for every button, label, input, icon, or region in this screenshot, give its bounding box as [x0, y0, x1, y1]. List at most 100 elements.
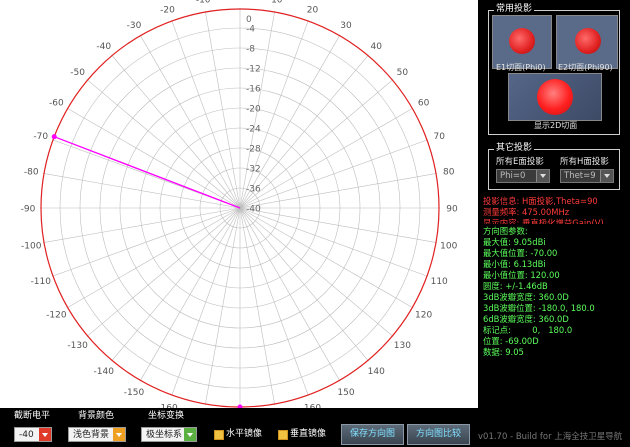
h-plane-projection-label: 所有H面投影	[560, 157, 609, 167]
radial-tick-label: 0	[246, 15, 252, 25]
h-plane-select[interactable]: Thet=9	[560, 169, 614, 183]
angle-tick-label: -20	[160, 5, 175, 15]
radial-tick-label: -16	[246, 85, 261, 95]
angle-tick-label: 130	[394, 341, 411, 351]
radial-tick-label: -28	[246, 145, 261, 155]
info-line: 显示内容: 垂直极化增益Gain(V)	[483, 218, 604, 224]
bottom-toolbar: 截断电平 -40 背景颜色 浅色背景 坐标变换 极坐标系 水平镜像 垂直镜像 保…	[0, 408, 630, 447]
angle-tick-label: 0	[237, 0, 243, 3]
angle-tick-label: 110	[431, 277, 448, 287]
angle-tick-label: 10	[271, 0, 283, 6]
angle-tick-label: 60	[418, 99, 430, 109]
angle-tick-label: 50	[397, 68, 409, 78]
angle-tick-label: -40	[96, 42, 111, 52]
grid-spoke	[111, 54, 241, 209]
info-line: 圆度: +/-1.46dB	[483, 281, 548, 291]
e1-projection-thumb[interactable]	[492, 15, 552, 69]
cursor-line	[53, 136, 241, 209]
info-line: 3dB波瓣位置: -180.0, 180.0	[483, 303, 595, 313]
2d-projection-thumb[interactable]	[508, 73, 602, 121]
info-line: 标记点: 0, 180.0	[483, 325, 573, 335]
e2-projection-label[interactable]: E2切面(Phi90)	[558, 63, 613, 72]
polar-plot[interactable]: 0102030405060708090100110120130140150160…	[0, 0, 478, 408]
angle-tick-label: 80	[443, 168, 455, 178]
angle-tick-label: 150	[337, 388, 354, 398]
info-line: 最小值位置: 120.00	[483, 270, 560, 280]
chevron-down-icon[interactable]	[184, 428, 196, 441]
angle-tick-label: -100	[21, 241, 42, 251]
radial-tick-label: -24	[246, 125, 261, 135]
common-projection-title: 常用投影	[494, 4, 535, 14]
angle-tick-label: -10	[196, 0, 211, 6]
radial-tick-label: -4	[246, 25, 255, 35]
coordinate-transform-value: 极坐标系	[146, 430, 183, 440]
horizontal-mirror-checkbox[interactable]	[214, 430, 224, 440]
coordinate-transform-select[interactable]: 极坐标系	[141, 427, 197, 442]
info-line: 最大值位置: -70.00	[483, 248, 558, 258]
e1-projection-label[interactable]: E1切面(Phi0)	[496, 63, 546, 72]
angle-tick-label: -70	[33, 132, 48, 142]
grid-spoke	[239, 79, 394, 209]
radial-tick-label: -20	[246, 105, 261, 115]
angle-tick-label: 40	[371, 42, 383, 52]
angle-tick-label: 120	[415, 311, 432, 321]
angle-tick-label: -130	[67, 341, 88, 351]
other-projection-title: 其它投影	[494, 143, 535, 153]
e2-projection-thumb[interactable]	[556, 15, 618, 69]
chevron-down-icon[interactable]	[39, 428, 51, 441]
e-plane-projection-label: 所有E面投影	[496, 157, 544, 167]
coordinate-transform-label: 坐标变换	[148, 411, 185, 421]
angle-tick-label: -80	[24, 168, 39, 178]
radial-tick-label: -8	[246, 45, 255, 55]
info-line: 3dB波瓣宽度: 360.0D	[483, 292, 569, 302]
background-color-select[interactable]: 浅色背景	[68, 427, 126, 442]
info-line: 方向图参数:	[483, 226, 528, 236]
vertical-mirror-checkbox[interactable]	[278, 430, 288, 440]
angle-tick-label: -60	[49, 99, 64, 109]
info-line: 位置: -69.00D	[483, 336, 539, 346]
info-line: 6dB波瓣宽度: 360.0D	[483, 314, 569, 324]
grid-spoke	[86, 79, 241, 209]
compare-pattern-button[interactable]: 方向图比较	[407, 424, 470, 445]
info-line: 最大值: 9.05dBi	[483, 237, 546, 247]
angle-tick-label: -50	[70, 68, 85, 78]
angle-tick-label: 30	[340, 21, 352, 31]
polar-plot-area[interactable]: 0102030405060708090100110120130140150160…	[0, 0, 478, 408]
angle-tick-label: -110	[31, 277, 52, 287]
angle-tick-label: 90	[446, 205, 458, 215]
angle-tick-label: -140	[94, 367, 115, 377]
chevron-down-icon[interactable]	[536, 170, 549, 182]
cutoff-level-select[interactable]: -40	[14, 427, 52, 442]
radial-tick-label: -12	[246, 65, 261, 75]
chevron-down-icon[interactable]	[113, 428, 125, 441]
angle-tick-label: -30	[127, 21, 142, 31]
vertical-mirror-label[interactable]: 垂直镜像	[290, 429, 326, 439]
angle-tick-label: -90	[21, 205, 36, 215]
angle-tick-label: 70	[433, 132, 445, 142]
2d-pattern-icon	[537, 79, 573, 115]
radial-tick-label: -36	[246, 185, 261, 195]
background-color-value: 浅色背景	[73, 430, 110, 440]
save-pattern-button[interactable]: 保存方向图	[341, 424, 404, 445]
angle-tick-label: -150	[124, 388, 145, 398]
chevron-down-icon[interactable]	[600, 170, 613, 182]
angle-tick-label: 140	[368, 367, 385, 377]
background-color-label: 背景颜色	[78, 411, 115, 421]
e1-pattern-icon	[509, 28, 535, 54]
grid-spoke	[239, 207, 369, 362]
cursor-marker	[51, 134, 57, 140]
angle-tick-label: -120	[46, 311, 67, 321]
radial-tick-label: -40	[246, 205, 261, 215]
info-line: 数据: 9.05	[483, 347, 524, 357]
grid-spoke	[86, 207, 241, 337]
h-plane-select-value: Thet=9	[564, 171, 596, 181]
angle-tick-label: 20	[307, 5, 319, 15]
horizontal-mirror-label[interactable]: 水平镜像	[226, 429, 262, 439]
info-line: 投影信息: H面投影,Theta=90	[483, 196, 598, 206]
grid-spoke	[239, 207, 394, 337]
e-plane-select[interactable]: Phi=0	[496, 169, 550, 183]
info-line: 最小值: 6.13dBi	[483, 259, 546, 269]
2d-projection-label[interactable]: 显示2D切面	[534, 121, 577, 130]
version-text: v01.70 - Build for 上海全技卫星导航	[478, 432, 623, 442]
radial-tick-label: -32	[246, 165, 261, 175]
